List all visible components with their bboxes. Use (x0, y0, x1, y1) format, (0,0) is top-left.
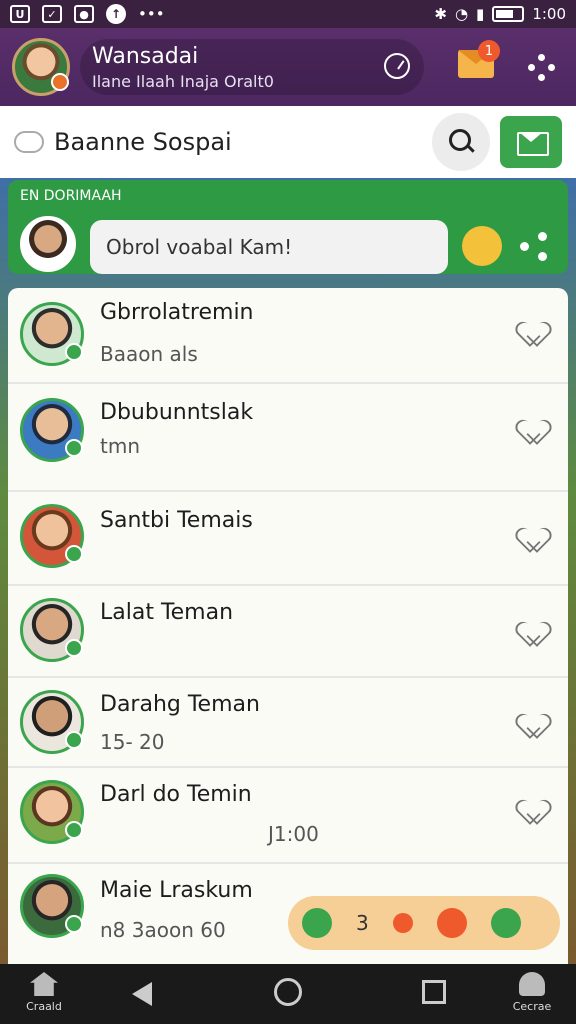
friend-meta: tmn (100, 434, 140, 458)
friend-name: Darl do Temin (100, 782, 252, 807)
friend-avatar (20, 302, 84, 366)
emoji-icon[interactable] (436, 908, 467, 938)
notification-icon: U (10, 5, 30, 23)
friend-name: Lalat Teman (100, 600, 234, 625)
heart-icon[interactable] (522, 714, 548, 738)
friend-meta: Baaon als (100, 342, 198, 366)
compose-input[interactable]: Obrol voabal Kam! (90, 220, 448, 274)
nav-profile[interactable]: Cecrae (492, 972, 572, 1013)
menu-dots-icon[interactable] (528, 54, 556, 82)
check-icon[interactable] (302, 908, 332, 938)
timer-icon[interactable] (384, 53, 410, 79)
friend-meta: 15- 20 (100, 730, 165, 754)
recents-icon (422, 980, 446, 1004)
friend-name: Santbi Temais (100, 508, 253, 533)
compose-bar-label: EN DORIMAAH (20, 188, 122, 204)
friend-name: Dbubunntslak (100, 400, 254, 425)
avatar-badge (51, 73, 69, 91)
friend-avatar (20, 504, 84, 568)
friend-list: Gbrrolatremin Baaon als Dbubunntslak tmn… (8, 288, 568, 964)
wifi-icon: ◔ (454, 5, 469, 23)
more-notifications-icon: ••• (138, 5, 165, 23)
search-input[interactable]: Baanne Sospai (54, 128, 432, 156)
friend-avatar (20, 398, 84, 462)
search-bar: Baanne Sospai (0, 106, 576, 178)
list-item[interactable]: Santbi Temais (8, 492, 568, 586)
list-item[interactable]: Darl do Temin J1:00 (8, 768, 568, 864)
friend-avatar (20, 598, 84, 662)
header-title: Wansadai (92, 44, 199, 69)
friend-name: Maie Lraskum (100, 878, 253, 903)
friend-avatar (20, 780, 84, 844)
heart-icon[interactable] (522, 622, 548, 646)
media-notification-icon: ● (74, 5, 94, 23)
signal-icon: ▮ (476, 5, 485, 23)
nav-profile-label: Cecrae (512, 1000, 552, 1013)
share-icon[interactable] (520, 232, 550, 262)
back-icon (132, 982, 152, 1006)
friend-avatar (20, 874, 84, 938)
battery-icon (492, 6, 525, 22)
friend-meta: n8 3aoon 60 (100, 918, 226, 942)
app-header: Wansadai Ilane Ilaah Inaja Oralt0 1 (0, 28, 576, 106)
home-button[interactable] (248, 978, 328, 1010)
friend-name: Darahg Teman (100, 692, 260, 717)
profile-icon (519, 972, 545, 996)
cloud-icon (14, 131, 44, 153)
search-button[interactable] (432, 113, 490, 171)
quick-actions-pill: 3 (288, 896, 560, 950)
action-count: 3 (356, 911, 369, 935)
back-button[interactable] (102, 982, 182, 1010)
nav-home[interactable]: Craald (4, 972, 84, 1013)
checkbox-notification-icon: ✓ (42, 5, 62, 23)
friend-avatar (20, 690, 84, 754)
home-icon (30, 972, 58, 996)
status-bar: U ✓ ● ↑ ••• ✱ ◔ ▮ 1:00 (0, 0, 576, 28)
user-avatar[interactable] (12, 38, 70, 96)
friend-meta: J1:00 (268, 822, 319, 846)
star-icon[interactable] (392, 913, 413, 933)
compose-avatar (20, 216, 76, 272)
list-item[interactable]: Gbrrolatremin Baaon als (8, 288, 568, 384)
heart-icon[interactable] (522, 800, 548, 824)
leaf-icon[interactable] (490, 908, 521, 938)
compose-bar: EN DORIMAAH Obrol voabal Kam! (8, 180, 568, 274)
list-item[interactable]: Dbubunntslak tmn (8, 384, 568, 492)
list-item[interactable]: Darahg Teman 15- 20 (8, 678, 568, 768)
nav-home-label: Craald (26, 1000, 62, 1013)
heart-icon[interactable] (522, 420, 548, 444)
friend-name: Gbrrolatremin (100, 300, 254, 325)
status-time: 1:00 (532, 5, 566, 23)
heart-icon[interactable] (522, 528, 548, 552)
header-subtitle: Ilane Ilaah Inaja Oralt0 (92, 72, 274, 91)
recents-button[interactable] (394, 980, 474, 1008)
navigation-bar: Craald Cecrae (0, 964, 576, 1024)
heart-icon[interactable] (522, 322, 548, 346)
message-button[interactable] (500, 116, 562, 168)
app-notification-icon: ↑ (106, 4, 126, 24)
bluetooth-icon: ✱ (434, 5, 447, 23)
circle-home-icon (274, 978, 302, 1006)
mail-count-badge: 1 (478, 40, 500, 62)
profile-pill[interactable]: Wansadai Ilane Ilaah Inaja Oralt0 (80, 39, 424, 95)
emoji-button[interactable] (462, 226, 502, 266)
list-item[interactable]: Lalat Teman (8, 586, 568, 678)
